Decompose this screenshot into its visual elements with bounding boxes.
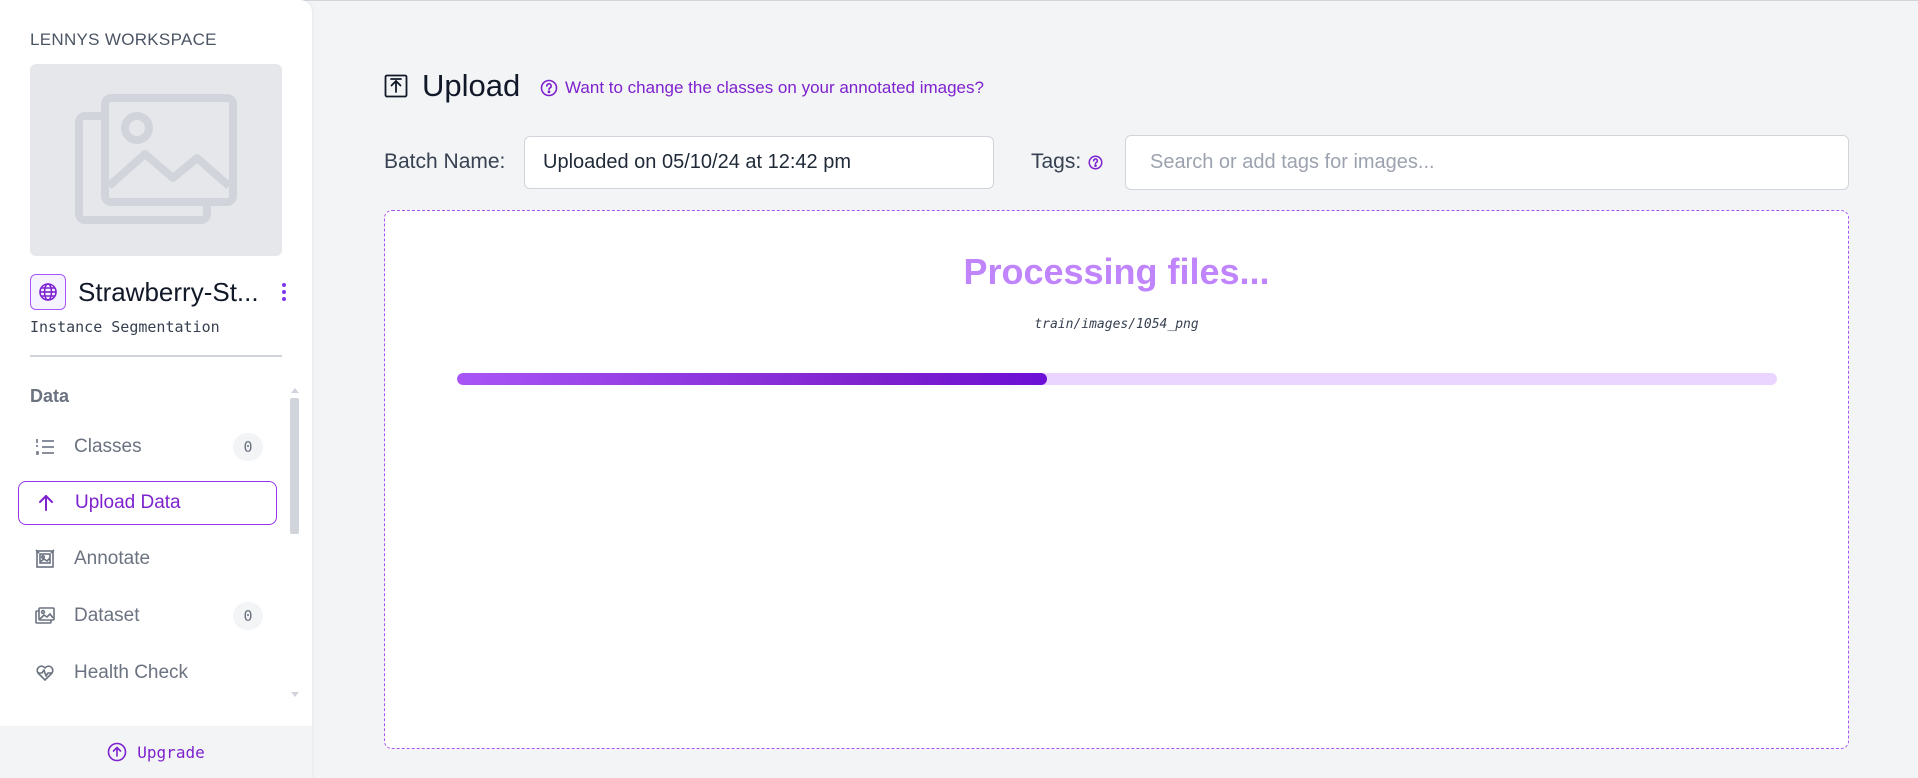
upgrade-label: Upgrade	[137, 742, 205, 762]
scroll-up-arrow[interactable]	[291, 388, 299, 393]
tags-label-text: Tags:	[1031, 150, 1082, 173]
sidebar-item-label: Annotate	[74, 548, 151, 569]
count-badge: 0	[233, 433, 263, 461]
progress-bar	[457, 373, 1777, 385]
image-placeholder-icon	[75, 94, 237, 224]
arrow-up-icon	[35, 492, 57, 514]
list-icon	[34, 436, 56, 458]
change-classes-link-text: Want to change the classes on your annot…	[565, 78, 984, 97]
progress-bar-fill	[457, 373, 1048, 385]
processing-status: Processing files...	[963, 251, 1270, 292]
sidebar-item-label: Classes	[74, 436, 142, 457]
help-circle-icon[interactable]	[1088, 155, 1103, 170]
change-classes-link[interactable]: Want to change the classes on your annot…	[540, 78, 984, 98]
project-name[interactable]: Strawberry-St...	[78, 277, 268, 308]
workspace-name: LENNYS WORKSPACE	[30, 30, 217, 49]
sidebar-item-annotate[interactable]: Annotate	[18, 537, 277, 581]
sidebar-item-classes[interactable]: Classes 0	[18, 425, 277, 469]
project-header: Strawberry-St...	[30, 274, 290, 310]
sidebar-scrollbar-thumb[interactable]	[290, 398, 299, 534]
sidebar: LENNYS WORKSPACE Strawberry-St... Instan…	[0, 0, 312, 778]
sidebar-item-label: Health Check	[74, 662, 189, 683]
project-thumbnail[interactable]	[30, 64, 282, 256]
batch-name-label: Batch Name:	[384, 150, 506, 173]
scroll-down-arrow[interactable]	[291, 692, 299, 697]
page-title-text: Upload	[422, 68, 521, 103]
images-icon	[34, 605, 56, 627]
project-type: Instance Segmentation	[30, 318, 220, 336]
more-options-icon[interactable]	[282, 283, 286, 301]
tags-label: Tags:	[1031, 150, 1103, 174]
current-file-name: train/images/1054_png	[1034, 317, 1199, 332]
tags-input[interactable]	[1125, 135, 1849, 190]
batch-name-input[interactable]	[524, 136, 994, 189]
page-title: Upload	[384, 66, 520, 106]
sidebar-item-label: Upload Data	[75, 492, 181, 513]
section-label-data: Data	[30, 386, 70, 406]
sidebar-item-health-check[interactable]: Health Check	[18, 651, 277, 695]
sidebar-item-upload-data[interactable]: Upload Data	[18, 481, 277, 525]
annotate-icon	[34, 548, 56, 570]
sidebar-item-dataset[interactable]: Dataset 0	[18, 594, 277, 638]
globe-icon	[30, 274, 66, 310]
count-badge: 0	[233, 602, 263, 630]
help-circle-icon	[540, 79, 558, 97]
divider	[30, 355, 282, 357]
heart-pulse-icon	[34, 662, 56, 684]
upload-dropzone[interactable]: Processing files... train/images/1054_pn…	[384, 210, 1849, 749]
upload-box-icon	[384, 74, 408, 98]
upload-circle-icon	[107, 742, 127, 762]
upgrade-button[interactable]: Upgrade	[0, 726, 312, 778]
sidebar-item-label: Dataset	[74, 605, 140, 626]
